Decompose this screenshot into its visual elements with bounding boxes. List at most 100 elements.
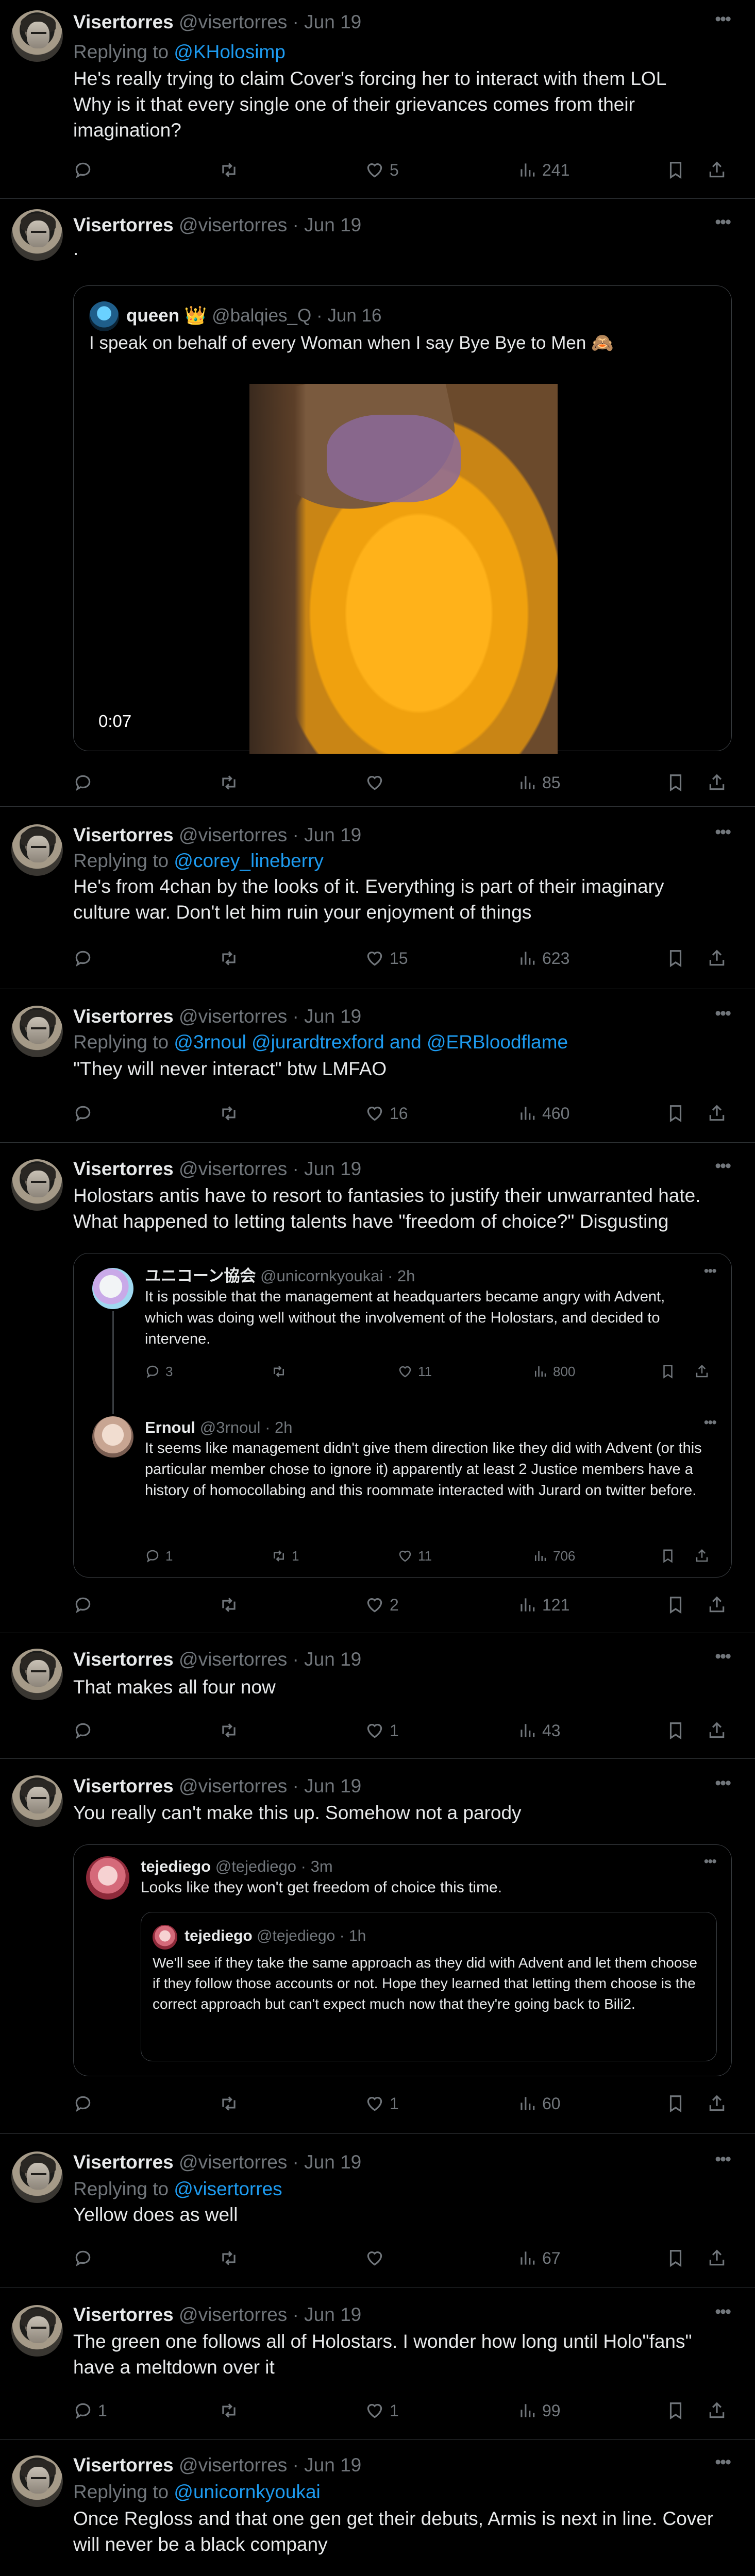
tweet[interactable]: Visertorres @visertorres · Jun 19 ••• . …	[0, 199, 755, 807]
bookmark-button[interactable]	[660, 1360, 676, 1383]
like-button[interactable]: 1	[365, 2399, 399, 2422]
like-button[interactable]: 11	[397, 1544, 432, 1568]
mention-link[interactable]: @visertorres	[174, 2178, 282, 2199]
quote-author-handle[interactable]: @tejediego	[257, 1927, 335, 1944]
tweet[interactable]: Visertorres @visertorres · Jun 19 ••• Re…	[0, 989, 755, 1143]
bookmark-button[interactable]	[666, 2246, 685, 2270]
like-button[interactable]: 5	[365, 158, 399, 182]
tweet-date[interactable]: Jun 19	[304, 2304, 361, 2325]
retweet-button[interactable]	[219, 2092, 244, 2115]
avatar[interactable]	[11, 1775, 63, 1827]
reply-button[interactable]	[73, 771, 98, 794]
quote-author-name[interactable]: tejediego	[184, 1927, 253, 1944]
quote-author-handle[interactable]: @3rnoul	[200, 1418, 261, 1436]
quote-avatar[interactable]	[86, 1856, 129, 1900]
quote-author-name[interactable]: tejediego	[141, 1857, 211, 1875]
avatar[interactable]	[11, 10, 63, 62]
author-name[interactable]: Visertorres	[73, 11, 174, 32]
retweet-button[interactable]	[219, 946, 244, 970]
tweet[interactable]: Visertorres @visertorres · Jun 19 ••• Th…	[0, 2287, 755, 2440]
tweet-date[interactable]: Jun 19	[304, 11, 361, 32]
quote-avatar[interactable]	[92, 1268, 133, 1309]
share-button[interactable]	[707, 946, 727, 970]
more-icon[interactable]: •••	[715, 9, 731, 29]
quote-avatar[interactable]	[92, 1416, 133, 1458]
avatar[interactable]	[11, 2305, 63, 2357]
author-name[interactable]: Visertorres	[73, 214, 174, 235]
quoted-tweet[interactable]: tejediego @tejediego · 3m ••• Looks like…	[73, 1844, 732, 2076]
video-player[interactable]	[249, 384, 558, 754]
quoted-tweet[interactable]: queen 👑 @balqies_Q · Jun 16 I speak on b…	[73, 285, 732, 754]
retweet-button[interactable]	[271, 1360, 292, 1383]
reply-button[interactable]: 1	[145, 1544, 173, 1568]
retweet-button[interactable]	[219, 1101, 244, 1125]
author-name[interactable]: Visertorres	[73, 1158, 174, 1179]
reply-button[interactable]: 1	[73, 2399, 107, 2422]
reply-button[interactable]: 3	[145, 1360, 173, 1383]
tweet[interactable]: Visertorres @visertorres · Jun 19 ••• Ho…	[0, 1143, 755, 1633]
quote-author-handle[interactable]: @unicornkyoukai	[260, 1267, 383, 1285]
author-handle[interactable]: @visertorres	[179, 2304, 287, 2325]
like-button[interactable]: 11	[397, 1360, 432, 1383]
views-button[interactable]: 706	[532, 1544, 575, 1568]
like-button[interactable]: 16	[365, 1101, 408, 1125]
avatar[interactable]	[11, 1159, 63, 1211]
tweet[interactable]: Visertorres @visertorres · Jun 19 ••• Yo…	[0, 1759, 755, 2134]
mention-link[interactable]: @3rnoul @jurardtrexford and @ERBloodflam…	[174, 1031, 568, 1053]
bookmark-button[interactable]	[666, 1719, 685, 1742]
reply-button[interactable]	[73, 158, 98, 182]
reply-button[interactable]	[73, 946, 98, 970]
quoted-thread[interactable]: ユニコーン協会 @unicornkyoukai · 2h ••• It is p…	[73, 1253, 732, 1578]
retweet-button[interactable]	[219, 1593, 244, 1617]
quote-author-handle[interactable]: @tejediego	[215, 1857, 296, 1875]
bookmark-button[interactable]	[666, 771, 685, 794]
avatar[interactable]	[11, 1649, 63, 1700]
retweet-button[interactable]: 1	[271, 1544, 299, 1568]
retweet-button[interactable]	[219, 2246, 244, 2270]
retweet-button[interactable]	[219, 2399, 244, 2422]
retweet-button[interactable]	[219, 158, 244, 182]
reply-button[interactable]	[73, 2246, 98, 2270]
views-button[interactable]: 800	[532, 1360, 575, 1383]
author-handle[interactable]: @visertorres	[179, 2151, 287, 2173]
author-handle[interactable]: @visertorres	[179, 214, 287, 235]
share-button[interactable]	[707, 771, 727, 794]
like-button[interactable]	[365, 771, 390, 794]
like-button[interactable]: 2	[365, 1593, 399, 1617]
author-name[interactable]: Visertorres	[73, 2304, 174, 2325]
views-button[interactable]: 121	[517, 1593, 569, 1617]
tweet-date[interactable]: Jun 19	[304, 1775, 361, 1797]
quote-date[interactable]: 2h	[397, 1267, 415, 1285]
quote-avatar[interactable]	[89, 301, 119, 331]
share-button[interactable]	[707, 2399, 727, 2422]
bookmark-button[interactable]	[666, 1593, 685, 1617]
reply-button[interactable]	[73, 1719, 98, 1742]
bookmark-button[interactable]	[666, 946, 685, 970]
like-button[interactable]	[365, 2246, 390, 2270]
more-icon[interactable]: •••	[715, 212, 731, 232]
author-handle[interactable]: @visertorres	[179, 1006, 287, 1027]
tweet-date[interactable]: Jun 19	[304, 1006, 361, 1027]
tweet-date[interactable]: Jun 19	[304, 214, 361, 235]
inner-quoted-tweet[interactable]: tejediego @tejediego · 1h We'll see if t…	[141, 1912, 717, 2061]
retweet-button[interactable]	[219, 1719, 244, 1742]
author-handle[interactable]: @visertorres	[179, 824, 287, 845]
mention-link[interactable]: @unicornkyoukai	[174, 2481, 320, 2502]
tweet-date[interactable]: Jun 19	[304, 824, 361, 845]
share-button[interactable]	[707, 1101, 727, 1125]
more-icon[interactable]: •••	[715, 1647, 731, 1667]
more-icon[interactable]: •••	[715, 2149, 731, 2170]
share-button[interactable]	[694, 1544, 710, 1568]
quote-author-name[interactable]: ユニコーン協会	[145, 1267, 256, 1285]
more-icon[interactable]: •••	[715, 1773, 731, 1793]
author-handle[interactable]: @visertorres	[179, 1775, 287, 1797]
quote-author-name[interactable]: Ernoul	[145, 1418, 195, 1436]
author-name[interactable]: Visertorres	[73, 824, 174, 845]
author-name[interactable]: Visertorres	[73, 1649, 174, 1670]
quote-date[interactable]: 3m	[311, 1857, 333, 1875]
more-icon[interactable]: •••	[715, 1004, 731, 1024]
tweet[interactable]: Visertorres @visertorres · Jun 19 ••• Re…	[0, 2134, 755, 2287]
like-button[interactable]: 1	[365, 2092, 399, 2115]
views-button[interactable]: 43	[517, 1719, 561, 1742]
tweet-date[interactable]: Jun 19	[304, 2151, 361, 2173]
